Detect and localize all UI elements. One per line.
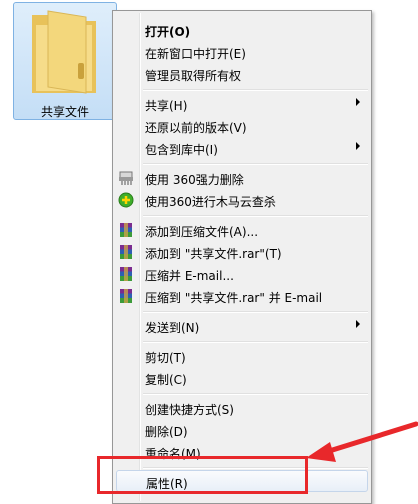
winrar-icon <box>120 267 132 281</box>
menu-separator <box>143 393 368 395</box>
menu-item-label: 使用360进行木马云查杀 <box>145 195 276 209</box>
menu-item-copy[interactable]: 复制(C) <box>116 367 368 389</box>
menu-separator <box>143 215 368 217</box>
menu-item-share[interactable]: 共享(H) <box>116 93 368 115</box>
menu-item-label: 压缩到 "共享文件.rar" 并 E-mail <box>145 291 323 305</box>
menu-item-open-new-window[interactable]: 在新窗口中打开(E) <box>116 41 368 63</box>
menu-item-label: 在新窗口中打开(E) <box>145 47 246 61</box>
menu-item-compress-rar-email[interactable]: 压缩到 "共享文件.rar" 并 E-mail <box>116 285 368 307</box>
menu-item-add-to-rar[interactable]: 添加到 "共享文件.rar"(T) <box>116 241 368 263</box>
menu-item-label: 发送到(N) <box>145 321 200 335</box>
menu-separator <box>143 163 368 165</box>
menu-item-360-scan[interactable]: 使用360进行木马云查杀 <box>116 189 368 211</box>
menu-item-label: 创建快捷方式(S) <box>145 403 234 417</box>
menu-item-label: 删除(D) <box>145 425 188 439</box>
winrar-icon <box>120 289 132 303</box>
menu-item-360-shred[interactable]: 使用 360强力删除 <box>116 167 368 189</box>
menu-item-include-library[interactable]: 包含到库中(I) <box>116 137 368 159</box>
menu-item-label: 剪切(T) <box>145 351 186 365</box>
folder-icon <box>32 10 96 94</box>
winrar-icon <box>120 223 132 237</box>
highlight-box <box>97 456 308 494</box>
menu-separator <box>143 89 368 91</box>
submenu-arrow-icon <box>356 142 360 150</box>
menu-item-restore-previous[interactable]: 还原以前的版本(V) <box>116 115 368 137</box>
360-scan-icon <box>118 192 134 208</box>
menu-item-label: 管理员取得所有权 <box>145 69 242 83</box>
menu-item-label: 压缩并 E-mail... <box>145 269 234 283</box>
menu-item-label: 包含到库中(I) <box>145 143 218 157</box>
menu-item-cut[interactable]: 剪切(T) <box>116 345 368 367</box>
annotation-arrow-icon <box>306 421 418 462</box>
submenu-arrow-icon <box>356 98 360 106</box>
menu-item-label: 还原以前的版本(V) <box>145 121 247 135</box>
winrar-icon <box>120 245 132 259</box>
desktop-folder-shared[interactable]: 共享文件 <box>13 2 117 120</box>
menu-item-label: 使用 360强力删除 <box>145 173 244 187</box>
menu-item-create-shortcut[interactable]: 创建快捷方式(S) <box>116 397 368 419</box>
shredder-icon <box>119 171 133 185</box>
menu-item-label: 共享(H) <box>145 99 188 113</box>
submenu-arrow-icon <box>356 320 360 328</box>
menu-separator <box>143 311 368 313</box>
menu-item-add-archive[interactable]: 添加到压缩文件(A)... <box>116 219 368 241</box>
folder-label: 共享文件 <box>40 105 89 119</box>
menu-item-label: 添加到 "共享文件.rar"(T) <box>145 247 282 261</box>
menu-item-send-to[interactable]: 发送到(N) <box>116 315 368 337</box>
menu-item-open[interactable]: 打开(O) <box>116 19 368 41</box>
menu-item-label: 复制(C) <box>145 373 187 387</box>
menu-separator <box>143 341 368 343</box>
menu-item-label: 添加到压缩文件(A)... <box>145 225 259 239</box>
menu-item-compress-email[interactable]: 压缩并 E-mail... <box>116 263 368 285</box>
menu-item-label: 打开(O) <box>145 25 191 39</box>
menu-item-take-ownership[interactable]: 管理员取得所有权 <box>116 63 368 85</box>
